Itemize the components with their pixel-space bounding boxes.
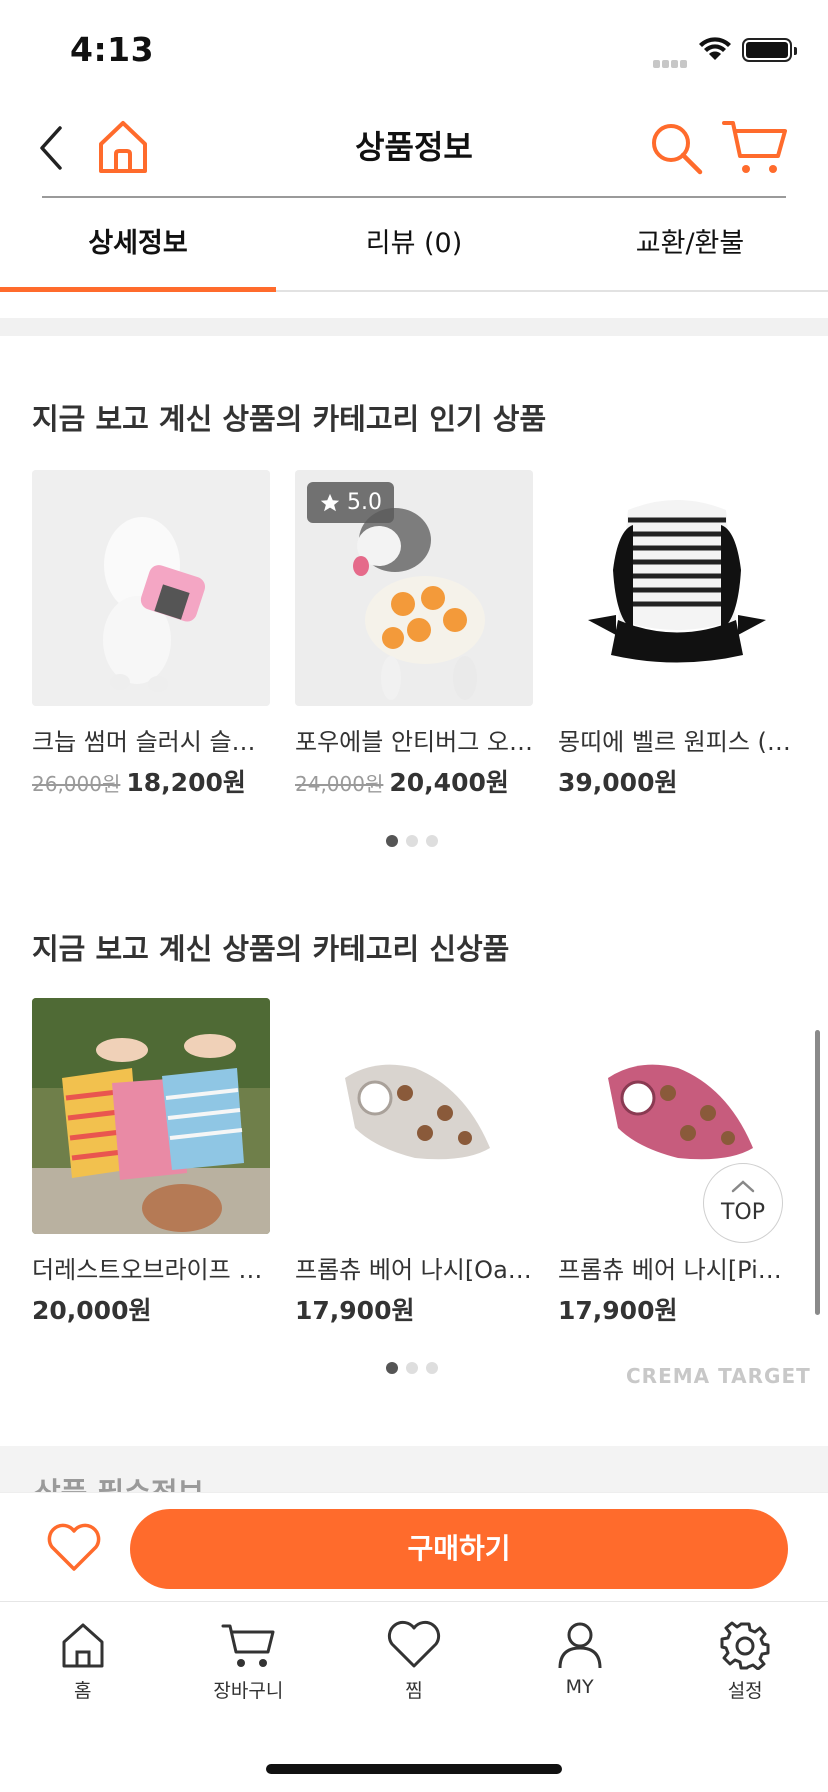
tabbar-item-home[interactable]: 홈 [0, 1602, 166, 1792]
next-section-title: 상품 필수정보 [34, 1470, 204, 1492]
top-label: TOP [720, 1200, 766, 1225]
product-image[interactable] [558, 470, 796, 706]
product-card[interactable]: 프롬츄 베어 나시[Oatmeal] 17,900원 [295, 998, 533, 1327]
pagination-dot[interactable] [426, 1362, 438, 1374]
new-arrivals-pagination [386, 1362, 442, 1374]
wishlist-heart-button[interactable] [46, 1523, 102, 1573]
product-name[interactable]: 더레스트오브라이프 나시 [32, 1250, 270, 1285]
sale-price: 17,900원 [558, 1296, 678, 1325]
search-button[interactable] [648, 120, 704, 176]
product-card[interactable]: 5.0 포우에블 안티버그 오렌지 24,000원 20,400원 [295, 470, 533, 799]
buy-button[interactable]: 구매하기 [130, 1509, 788, 1589]
product-name[interactable]: 포우에블 안티버그 오렌지 [295, 722, 533, 757]
product-name[interactable]: 프롬츄 베어 나시[Oatmeal] [295, 1250, 533, 1285]
product-card[interactable]: 크늡 썸머 슬러시 슬리브 26,000원 18,200원 [32, 470, 270, 799]
pagination-dot[interactable] [406, 1362, 418, 1374]
tabbar-label: 찜 [405, 1680, 423, 1702]
person-icon [558, 1622, 602, 1669]
battery-icon [742, 38, 797, 62]
rating-badge: 5.0 [307, 482, 394, 523]
product-name[interactable]: 크늡 썸머 슬러시 슬리브 [32, 722, 270, 757]
tab-exchange-refund[interactable]: 교환/환불 [552, 198, 828, 290]
crema-target-label: CREMA TARGET [626, 1364, 811, 1388]
pagination-dot[interactable] [386, 1362, 398, 1374]
scroll-top-button[interactable]: TOP [703, 1163, 783, 1243]
product-image[interactable] [32, 470, 270, 706]
gear-icon [720, 1621, 770, 1670]
product-card[interactable]: 프롬츄 베어 나시[Pink] 17,900원 [558, 998, 796, 1327]
section-divider [0, 318, 828, 336]
tabbar-label: MY [565, 1676, 594, 1698]
star-icon [320, 493, 340, 511]
rating-value: 5.0 [347, 490, 382, 515]
product-name[interactable]: 몽띠에 벨르 원피스 (블랙) [558, 722, 796, 757]
cart-button[interactable] [722, 118, 788, 178]
popular-pagination [386, 835, 442, 847]
sale-price: 18,200원 [126, 768, 246, 797]
chevron-up-icon [731, 1180, 755, 1193]
tab-detail[interactable]: 상세정보 [0, 198, 276, 292]
wifi-icon [699, 37, 731, 60]
cellular-signal-icon [653, 53, 689, 68]
sale-price: 39,000원 [558, 768, 678, 797]
tabbar-label: 홈 [74, 1680, 92, 1702]
product-name[interactable]: 프롬츄 베어 나시[Pink] [558, 1250, 796, 1285]
pagination-dot[interactable] [426, 835, 438, 847]
product-image[interactable] [295, 998, 533, 1234]
home-icon [62, 1623, 104, 1668]
product-image[interactable] [32, 998, 270, 1234]
status-time: 4:13 [70, 30, 155, 69]
scrollbar[interactable] [815, 1030, 820, 1315]
product-card[interactable]: 더레스트오브라이프 나시 20,000원 [32, 998, 270, 1327]
original-price: 26,000원 [32, 772, 121, 796]
section-divider: 상품 필수정보 [0, 1446, 828, 1492]
tabbar-label: 설정 [727, 1680, 763, 1702]
sale-price: 20,000원 [32, 1296, 152, 1325]
original-price: 24,000원 [295, 772, 384, 796]
heart-icon [387, 1620, 441, 1668]
purchase-bar: 구매하기 [0, 1492, 828, 1602]
product-tabs: 상세정보 리뷰 (0) 교환/환불 [0, 198, 828, 292]
tabbar-label: 장바구니 [213, 1680, 284, 1702]
product-image[interactable]: 5.0 [295, 470, 533, 706]
tab-reviews[interactable]: 리뷰 (0) [276, 198, 552, 290]
popular-section-title: 지금 보고 계신 상품의 카테고리 인기 상품 [32, 402, 547, 436]
status-bar: 4:13 [0, 0, 828, 100]
home-indicator [266, 1764, 562, 1774]
sale-price: 17,900원 [295, 1296, 415, 1325]
pagination-dot[interactable] [386, 835, 398, 847]
sale-price: 20,400원 [389, 768, 509, 797]
new-arrivals-section-title: 지금 보고 계신 상품의 카테고리 신상품 [32, 932, 510, 966]
pagination-dot[interactable] [406, 835, 418, 847]
cart-icon [221, 1624, 275, 1667]
product-card[interactable]: 몽띠에 벨르 원피스 (블랙) 39,000원 [558, 470, 796, 799]
tabbar-item-settings[interactable]: 설정 [662, 1602, 828, 1792]
